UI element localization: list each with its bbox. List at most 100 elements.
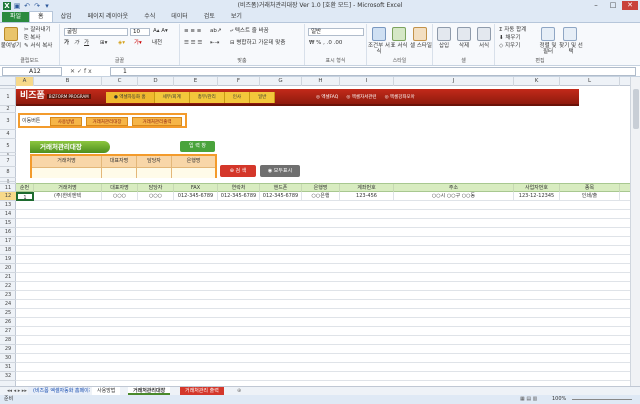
column-header-a[interactable]: A (16, 77, 34, 86)
name-box[interactable]: A12 (2, 67, 62, 76)
table-row[interactable] (16, 291, 630, 300)
row-header-item[interactable]: 22 (0, 282, 16, 291)
nav-admin[interactable]: 총무/관리 (189, 92, 225, 103)
row-header-item[interactable]: 30 (0, 354, 16, 363)
column-header-k[interactable]: K (514, 77, 560, 86)
table-row[interactable] (16, 363, 630, 372)
table-row[interactable] (16, 372, 630, 381)
header-no[interactable]: 순번 (16, 184, 34, 192)
tab-insert[interactable]: 삽입 (53, 12, 80, 22)
bold-icon[interactable]: 가 (64, 40, 69, 47)
table-row[interactable] (16, 228, 630, 237)
table-row[interactable] (16, 273, 630, 282)
header-address[interactable]: 주소 (394, 184, 514, 192)
table-row[interactable] (16, 255, 630, 264)
table-cell-mobile[interactable]: 012-345-6789 (260, 192, 302, 201)
table-row[interactable] (16, 345, 630, 354)
header-bizno[interactable]: 사업자번호 (514, 184, 560, 192)
search-input-manager[interactable] (137, 167, 172, 178)
search-input-client[interactable] (32, 167, 102, 178)
grow-font-icon[interactable]: A▴ A▾ (153, 28, 168, 35)
table-row[interactable] (16, 300, 630, 309)
column-header-b[interactable]: B (34, 77, 102, 86)
tab-file[interactable]: 파일 (2, 12, 30, 22)
border-icon[interactable]: ⊞▾ (100, 40, 107, 47)
table-row[interactable] (16, 210, 630, 219)
fill-button[interactable]: ⬇ 채우기 (499, 35, 521, 42)
table-row[interactable] (16, 246, 630, 255)
clear-button[interactable]: ◇ 지우기 (499, 43, 520, 50)
table-row[interactable] (16, 354, 630, 363)
row-header-item[interactable]: 14 (0, 210, 16, 219)
phonetic-icon[interactable]: 내천 (152, 40, 162, 47)
find-select-button[interactable]: 찾기 및 선택 (559, 43, 583, 55)
worksheet-grid[interactable]: 비즈폼 BIZFORM PROGRAM ● 엑셀자동화 홈 세무/회계 총무/관리… (16, 86, 630, 386)
table-row[interactable] (16, 309, 630, 318)
link-faq[interactable]: ◎ 엑셀FAQ (316, 92, 338, 103)
tab-home[interactable]: 홈 (29, 11, 53, 22)
column-header-c[interactable]: C (102, 77, 138, 86)
find-select-icon[interactable] (563, 27, 577, 41)
table-cell-fax[interactable]: 012-345-6789 (174, 192, 218, 201)
tab-page-layout[interactable]: 페이지 레이아웃 (80, 12, 137, 22)
link-related[interactable]: ◎ 엑셀자서관련 (346, 92, 376, 103)
new-sheet-icon[interactable]: ⊕ (232, 387, 246, 395)
header-account[interactable]: 계좌번호 (340, 184, 394, 192)
insert-cells-button[interactable]: 삽입 (435, 43, 453, 50)
font-color-icon[interactable]: 가▾ (134, 40, 142, 47)
currency-icon[interactable]: ₩ % , .0 .00 (309, 40, 342, 47)
row-header-item[interactable]: 12 (0, 192, 16, 201)
sort-filter-button[interactable]: 정렬 및 필터 (537, 43, 559, 55)
search-input-ceo[interactable] (102, 167, 137, 178)
column-header-l[interactable]: L (560, 77, 620, 86)
merge-center-button[interactable]: ⊟ 병합하고 가운데 맞춤 (230, 40, 285, 47)
indent-icon[interactable]: ⇤⇥ (210, 40, 219, 47)
sheet-tab-home[interactable]: (비즈폼 엑셀자동화 홈페이지) (28, 387, 90, 395)
sheet-tab-print[interactable]: 거래처관리 출력 (180, 387, 224, 395)
delete-cells-button[interactable]: 삭제 (455, 43, 473, 50)
row-header-item[interactable]: 2 (0, 106, 16, 113)
table-cell-address[interactable]: ○○시 ○○구 ○○동 (394, 192, 514, 201)
zoom-slider[interactable] (572, 399, 632, 400)
table-cell-manager[interactable]: ○○○ (138, 192, 174, 201)
search-button[interactable]: ⊕ 검 색 (220, 165, 256, 177)
table-row[interactable] (16, 336, 630, 345)
column-header-e[interactable]: E (174, 77, 218, 86)
row-header-item[interactable]: 32 (0, 372, 16, 381)
insert-cells-icon[interactable] (437, 27, 451, 41)
row-header-item[interactable]: 27 (0, 327, 16, 336)
align-center-icon[interactable]: ☰ ☰ ☰ (184, 40, 202, 47)
header-mobile[interactable]: 핸드폰 (260, 184, 302, 192)
column-header-g[interactable]: G (260, 77, 302, 86)
format-table-button[interactable]: 표 서식 (389, 43, 409, 49)
fx-icon[interactable]: ✕✓fx (70, 67, 94, 76)
row-header-item[interactable]: 21 (0, 273, 16, 282)
header-phone[interactable]: 연락처 (218, 184, 260, 192)
table-row[interactable] (16, 318, 630, 327)
conditional-format-button[interactable]: 조건부 서식 (367, 43, 391, 55)
number-format-select[interactable]: 일반 (308, 28, 364, 36)
nav-hr[interactable]: 인사 (224, 92, 251, 103)
row-header-item[interactable]: 7 (0, 156, 16, 167)
row-header-item[interactable]: 1 (0, 89, 16, 106)
format-cells-icon[interactable] (477, 27, 491, 41)
table-cell-phone[interactable]: 012-345-6789 (218, 192, 260, 201)
sort-filter-icon[interactable] (541, 27, 555, 41)
row-header-item[interactable]: 29 (0, 345, 16, 354)
sheet-tab-usage[interactable]: 사용방법 (92, 387, 121, 395)
table-cell-bizno[interactable]: 123-12-12345 (514, 192, 560, 201)
bizform-logo[interactable]: 비즈폼 BIZFORM PROGRAM (20, 90, 91, 103)
input-window-button[interactable]: 입 력 창 (180, 141, 215, 152)
sheet-tab-ledger[interactable]: 거래처관리대장 (128, 387, 171, 395)
nav-tax[interactable]: 세무/회계 (154, 92, 190, 103)
tab-data[interactable]: 데이터 (163, 12, 196, 22)
paste-icon[interactable] (4, 27, 18, 41)
formula-input[interactable]: 1 (110, 67, 636, 76)
row-header-item[interactable]: 4 (0, 130, 16, 139)
column-header-i[interactable]: I (340, 77, 394, 86)
orientation-icon[interactable]: ab↗ (210, 28, 221, 35)
zoom-level[interactable]: 100% (552, 395, 566, 404)
scrollbar-thumb[interactable] (633, 89, 639, 129)
row-header-item[interactable]: 17 (0, 237, 16, 246)
nav-general[interactable]: 일반 (250, 92, 276, 103)
